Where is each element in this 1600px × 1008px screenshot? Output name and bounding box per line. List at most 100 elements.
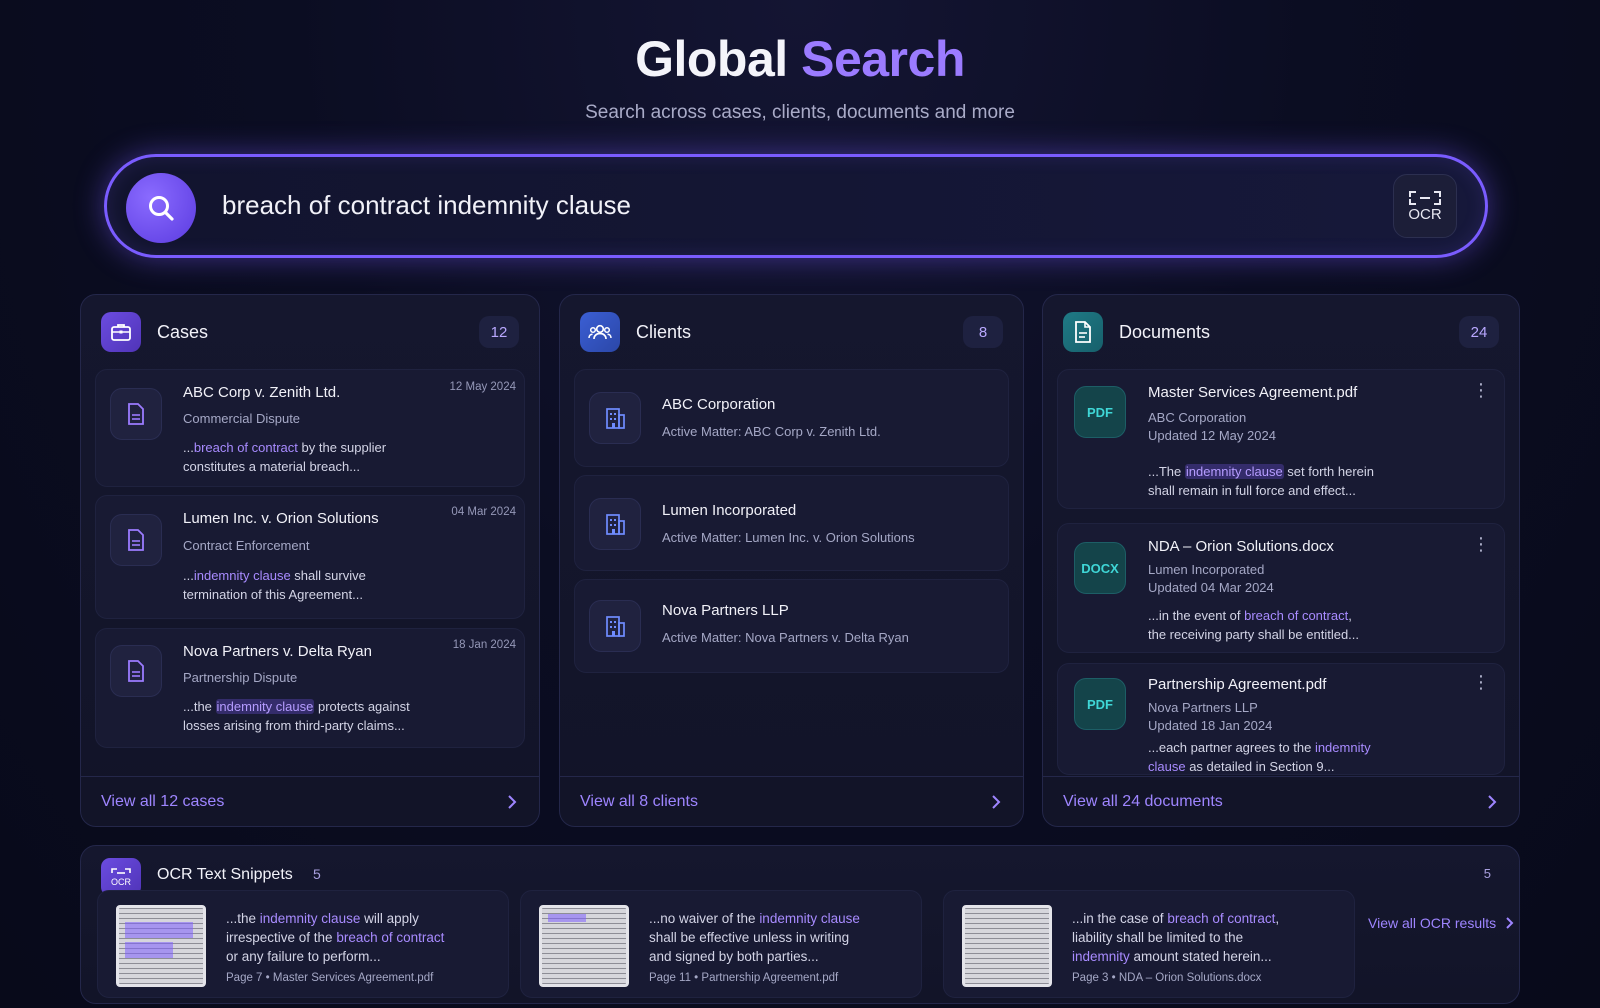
ocr-count-right: 5 [1483, 866, 1491, 881]
case-name: Lumen Inc. v. Orion Solutions [183, 510, 379, 527]
more-options-icon[interactable]: ⋮ [1472, 534, 1490, 555]
pdf-badge: PDF [1074, 678, 1126, 730]
client-card[interactable]: Lumen Incorporated Active Matter: Lumen … [574, 475, 1009, 571]
document-updated: Updated 12 May 2024 [1148, 428, 1276, 443]
ocr-snippet-card[interactable]: ...the indemnity clause will apply irresp… [97, 890, 509, 998]
document-card[interactable]: DOCX NDA – Orion Solutions.docx ⋮ Lumen … [1057, 523, 1505, 653]
ocr-snippet-card[interactable]: ...in the case of breach of contract, lia… [943, 890, 1355, 998]
ocr-snippet-meta: Page 11 • Partnership Agreement.pdf [649, 972, 839, 984]
search-input[interactable]: breach of contract indemnity clause [222, 190, 631, 221]
view-all-clients-link[interactable]: View all 8 clients [580, 793, 698, 811]
cases-footer[interactable]: View all 12 cases [81, 776, 539, 826]
scan-icon [1409, 190, 1441, 205]
client-card[interactable]: ABC Corporation Active Matter: ABC Corp … [574, 369, 1009, 467]
page-header: Global Search Search across cases, clien… [0, 30, 1600, 124]
case-name: ABC Corp v. Zenith Ltd. [183, 384, 341, 401]
client-matter: Active Matter: Lumen Inc. v. Orion Solut… [662, 530, 915, 545]
document-card[interactable]: PDF Partnership Agreement.pdf ⋮ Nova Par… [1057, 663, 1505, 775]
case-date: 18 Jan 2024 [452, 639, 516, 651]
chevron-right-icon [1506, 917, 1514, 929]
chevron-right-icon [992, 795, 1001, 809]
client-name: Lumen Incorporated [662, 502, 797, 519]
case-type: Commercial Dispute [183, 411, 301, 426]
case-card[interactable]: Lumen Inc. v. Orion Solutions 04 Mar 202… [95, 495, 525, 619]
page-title: Global Search [635, 31, 965, 87]
case-date: 12 May 2024 [449, 381, 517, 393]
document-client: Lumen Incorporated [1148, 562, 1265, 577]
page-subtitle: Search across cases, clients, documents … [585, 102, 1015, 123]
document-snippet: ...each partner agrees to the indemnity c… [1148, 740, 1371, 774]
view-all-documents-link[interactable]: View all 24 documents [1063, 793, 1223, 811]
chevron-right-icon [508, 795, 517, 809]
file-icon [110, 388, 162, 440]
building-icon [589, 392, 641, 444]
ocr-snippet-text: ...in the case of breach of contract, lia… [1072, 911, 1280, 964]
case-card[interactable]: ABC Corp v. Zenith Ltd. 12 May 2024 Comm… [95, 369, 525, 487]
cases-panel: Cases 12 ABC Corp v. Zenith Ltd. 12 May … [80, 294, 540, 827]
clients-count-badge: 8 [963, 316, 1003, 348]
ocr-snippet-text: ...the indemnity clause will apply irresp… [226, 911, 445, 964]
search-bar[interactable]: breach of contract indemnity clause OCR [104, 154, 1488, 258]
document-snippet: ...in the event of breach of contract, th… [1148, 608, 1360, 642]
page-thumbnail [962, 905, 1052, 987]
document-snippet: ...The indemnity clause set forth herein… [1148, 464, 1375, 498]
view-all-ocr-link[interactable]: View all OCR results [1368, 915, 1516, 931]
ocr-snippet-card[interactable]: ...no waiver of the indemnity clause shal… [520, 890, 922, 998]
ocr-snippet-meta: Page 7 • Master Services Agreement.pdf [226, 972, 434, 984]
documents-footer[interactable]: View all 24 documents [1043, 776, 1519, 826]
clients-title: Clients [636, 322, 692, 342]
clients-footer[interactable]: View all 8 clients [560, 776, 1023, 826]
cases-title: Cases [157, 322, 209, 342]
briefcase-icon [101, 312, 141, 352]
pdf-badge: PDF [1074, 386, 1126, 438]
search-icon [149, 196, 174, 221]
document-updated: Updated 18 Jan 2024 [1148, 718, 1273, 733]
case-snippet: ...the indemnity clause protects against… [183, 699, 410, 733]
client-matter: Active Matter: ABC Corp v. Zenith Ltd. [662, 424, 881, 439]
documents-count-badge: 24 [1459, 316, 1499, 348]
more-options-icon[interactable]: ⋮ [1472, 672, 1490, 693]
file-icon [110, 645, 162, 697]
search-button[interactable] [126, 173, 196, 243]
ocr-count: 5 [313, 866, 321, 882]
page-thumbnail [116, 905, 206, 987]
cases-count-badge: 12 [479, 316, 519, 348]
documents-title: Documents [1119, 322, 1211, 342]
clients-panel: Clients 8 ABC Corporation Active Matter:… [559, 294, 1024, 827]
client-name: Nova Partners LLP [662, 602, 789, 619]
document-client: Nova Partners LLP [1148, 700, 1258, 715]
ocr-snippets-panel: OCR OCR Text Snippets 5 5 ...the indemni… [80, 845, 1520, 1004]
chevron-right-icon [1488, 795, 1497, 809]
ocr-title: OCR Text Snippets [157, 866, 293, 883]
document-name: NDA – Orion Solutions.docx [1148, 538, 1334, 555]
users-icon [580, 312, 620, 352]
more-options-icon[interactable]: ⋮ [1472, 380, 1490, 401]
client-name: ABC Corporation [662, 396, 776, 413]
document-client: ABC Corporation [1148, 410, 1247, 425]
ocr-snippet-text: ...no waiver of the indemnity clause shal… [649, 911, 860, 964]
case-snippet: ...breach of contract by the supplier con… [183, 440, 387, 474]
document-name: Master Services Agreement.pdf [1148, 384, 1358, 401]
case-type: Contract Enforcement [183, 538, 310, 553]
document-card[interactable]: PDF Master Services Agreement.pdf ⋮ ABC … [1057, 369, 1505, 509]
document-name: Partnership Agreement.pdf [1148, 676, 1327, 693]
document-icon [1063, 312, 1103, 352]
documents-panel: Documents 24 PDF Master Services Agreeme… [1042, 294, 1520, 827]
ocr-button[interactable]: OCR [1393, 174, 1457, 238]
page-thumbnail [539, 905, 629, 987]
ocr-label: OCR [1408, 205, 1442, 223]
file-icon [110, 514, 162, 566]
docx-badge: DOCX [1074, 542, 1126, 594]
case-date: 04 Mar 2024 [451, 506, 516, 518]
case-snippet: ...indemnity clause shall survive termina… [183, 568, 366, 602]
case-type: Partnership Dispute [183, 670, 298, 685]
client-card[interactable]: Nova Partners LLP Active Matter: Nova Pa… [574, 579, 1009, 673]
building-icon [589, 498, 641, 550]
ocr-snippet-meta: Page 3 • NDA – Orion Solutions.docx [1072, 972, 1262, 984]
document-updated: Updated 04 Mar 2024 [1148, 580, 1274, 595]
view-all-cases-link[interactable]: View all 12 cases [101, 793, 224, 811]
case-name: Nova Partners v. Delta Ryan [183, 643, 372, 660]
case-card[interactable]: Nova Partners v. Delta Ryan 18 Jan 2024 … [95, 628, 525, 748]
building-icon [589, 600, 641, 652]
client-matter: Active Matter: Nova Partners v. Delta Ry… [662, 630, 909, 645]
